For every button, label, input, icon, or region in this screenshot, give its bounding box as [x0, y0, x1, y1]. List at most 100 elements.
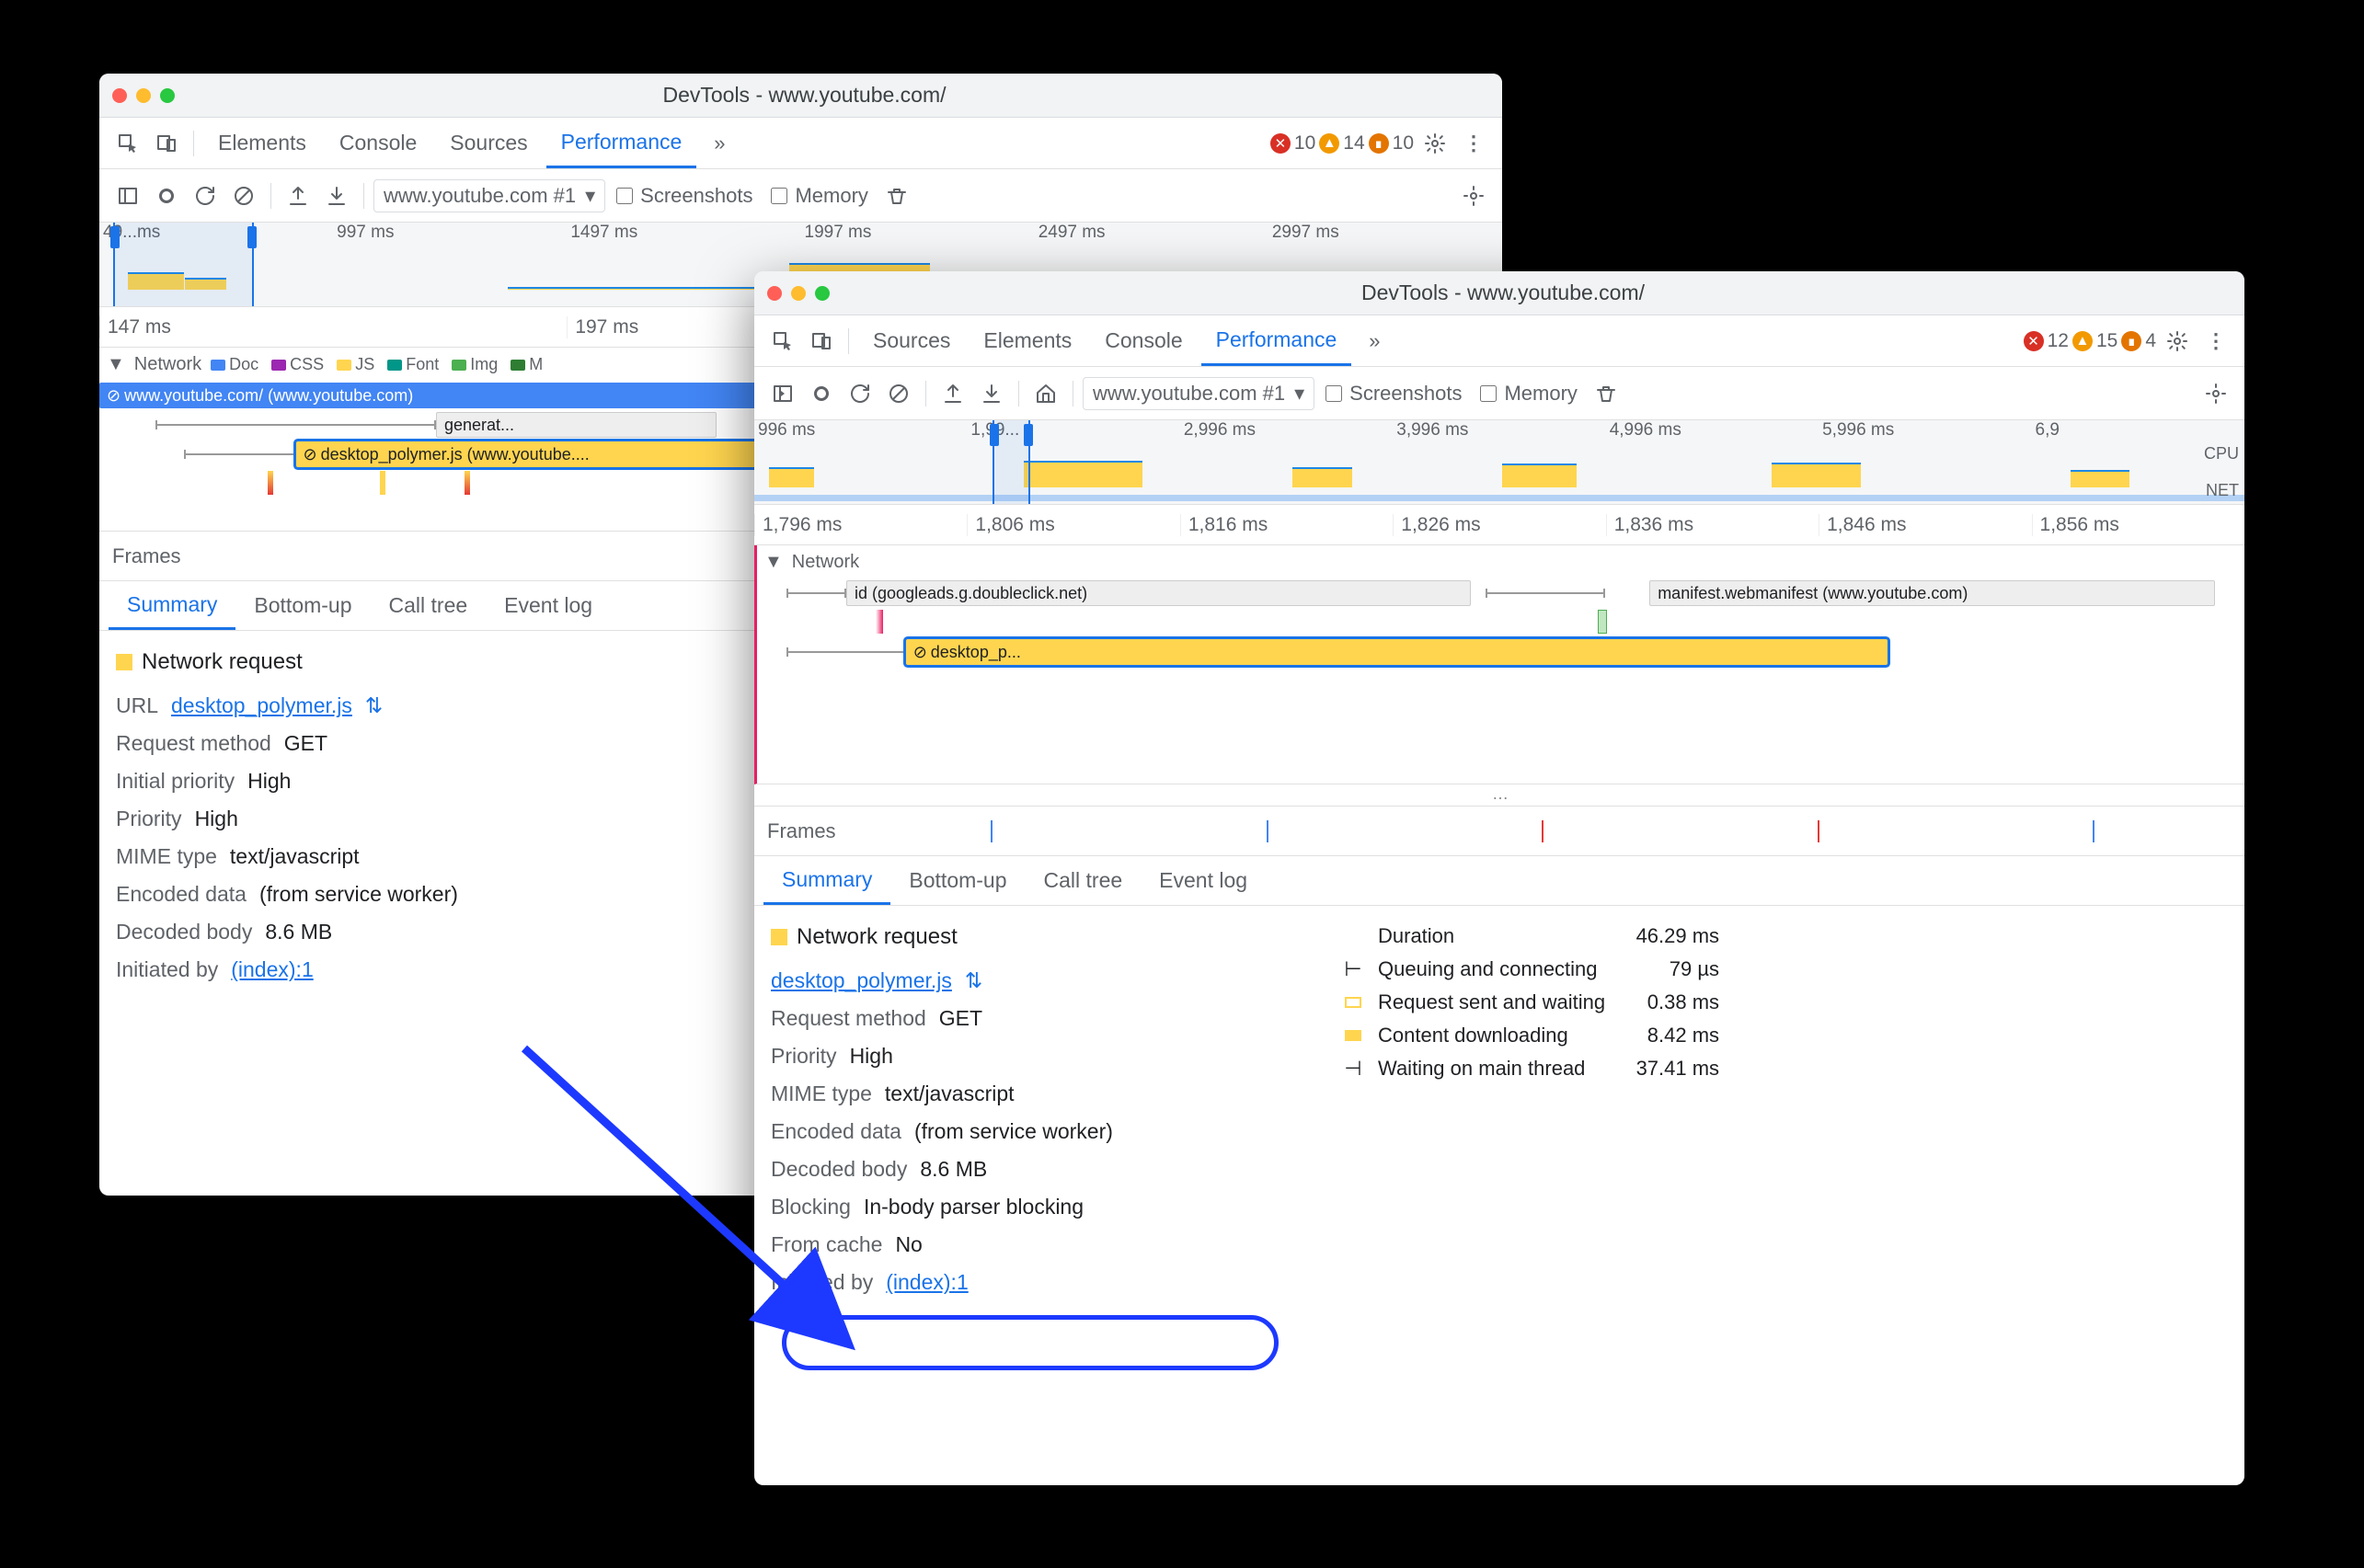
subtab-event-log[interactable]: Event log — [1141, 856, 1266, 905]
url-link[interactable]: desktop_polymer.js — [171, 693, 352, 718]
network-legend: Doc CSS JS Font Img M — [211, 355, 543, 374]
subtab-event-log[interactable]: Event log — [486, 581, 611, 630]
record-icon[interactable] — [804, 376, 839, 411]
capture-settings-icon[interactable] — [1456, 178, 1491, 213]
inspect-icon[interactable] — [110, 126, 145, 161]
kebab-icon[interactable]: ⋮ — [1456, 126, 1491, 161]
clear-icon[interactable] — [226, 178, 261, 213]
warning-badge[interactable]: ▲14 — [1319, 132, 1364, 155]
error-badge[interactable]: ✕10 — [1270, 132, 1315, 155]
minimize-icon[interactable] — [791, 286, 806, 301]
gc-icon[interactable] — [879, 178, 914, 213]
reload-icon[interactable] — [843, 376, 878, 411]
record-icon[interactable] — [149, 178, 184, 213]
timeline-minimap[interactable]: 996 ms 1,99... 2,996 ms 3,996 ms 4,996 m… — [754, 420, 2244, 505]
close-icon[interactable] — [767, 286, 782, 301]
warning-badge[interactable]: ▲15 — [2072, 330, 2117, 352]
toggle-sidebar-icon[interactable] — [110, 178, 145, 213]
download-icon[interactable] — [974, 376, 1009, 411]
network-lane[interactable]: ▼ Network id (googleads.g.doubleclick.ne… — [754, 545, 2244, 784]
zoom-icon[interactable] — [160, 88, 175, 103]
kv-value: In-body parser blocking — [864, 1195, 1084, 1219]
subtab-summary[interactable]: Summary — [763, 856, 890, 905]
recording-dropdown[interactable]: www.youtube.com #1 ▾ — [1083, 377, 1314, 410]
minimap-tick: 4,996 ms — [1606, 420, 1819, 441]
ruler-tick: 1,806 ms — [967, 514, 1179, 536]
network-request-row[interactable]: id (googleads.g.doubleclick.net) — [846, 580, 1471, 606]
inspect-icon[interactable] — [765, 324, 800, 359]
timing-label: Duration — [1378, 924, 1605, 948]
kv-value: (from service worker) — [259, 882, 458, 907]
network-request-row-selected[interactable]: ⊘desktop_p... — [906, 639, 1888, 665]
issue-badge[interactable]: ∎10 — [1369, 132, 1414, 155]
recording-dropdown[interactable]: www.youtube.com #1 ▾ — [373, 179, 605, 212]
network-request-row[interactable]: generat... — [436, 412, 717, 438]
timeline-ruler[interactable]: 1,796 ms 1,806 ms 1,816 ms 1,826 ms 1,83… — [754, 505, 2244, 545]
minimap-tick: 2,996 ms — [1180, 420, 1393, 441]
screenshots-toggle[interactable]: Screenshots — [609, 184, 760, 208]
upload-icon[interactable] — [935, 376, 970, 411]
tab-sources[interactable]: Sources — [435, 118, 542, 168]
kv-value: GET — [284, 731, 327, 756]
kv-value: (from service worker) — [914, 1119, 1113, 1144]
titlebar[interactable]: DevTools - www.youtube.com/ — [99, 74, 1502, 118]
tab-performance[interactable]: Performance — [1201, 315, 1352, 366]
close-icon[interactable] — [112, 88, 127, 103]
subtab-bottom-up[interactable]: Bottom-up — [890, 856, 1025, 905]
viewport-handle-left[interactable] — [110, 226, 120, 248]
subtab-call-tree[interactable]: Call tree — [1026, 856, 1142, 905]
more-tabs-icon[interactable]: » — [1355, 324, 1390, 359]
url-link[interactable]: desktop_polymer.js — [771, 968, 952, 993]
memory-toggle[interactable]: Memory — [1473, 382, 1584, 406]
initiator-link[interactable]: (index):1 — [231, 957, 313, 982]
issue-badge[interactable]: ∎4 — [2121, 330, 2156, 352]
zoom-icon[interactable] — [815, 286, 830, 301]
gc-icon[interactable] — [1589, 376, 1624, 411]
upload-icon[interactable] — [281, 178, 316, 213]
disclosure-icon[interactable]: ▼ — [764, 552, 783, 573]
tab-console[interactable]: Console — [1090, 315, 1197, 366]
device-icon[interactable] — [149, 126, 184, 161]
device-icon[interactable] — [804, 324, 839, 359]
warning-count: 14 — [1343, 132, 1364, 155]
home-icon[interactable] — [1028, 376, 1063, 411]
network-request-label: www.youtube.com/ (www.youtube.com) — [124, 386, 413, 406]
subtab-summary[interactable]: Summary — [109, 581, 235, 630]
reload-icon[interactable] — [188, 178, 223, 213]
perf-toolbar: www.youtube.com #1 ▾ Screenshots Memory — [99, 169, 1502, 223]
toggle-sidebar-icon[interactable] — [765, 376, 800, 411]
minimap-tick: 996 ms — [754, 420, 967, 441]
subtab-call-tree[interactable]: Call tree — [371, 581, 487, 630]
viewport-handle-right[interactable] — [1024, 424, 1033, 446]
collapsed-tracks-indicator[interactable]: … — [754, 784, 2244, 807]
download-icon[interactable] — [319, 178, 354, 213]
viewport-handle-right[interactable] — [247, 226, 257, 248]
minimize-icon[interactable] — [136, 88, 151, 103]
screenshots-toggle[interactable]: Screenshots — [1318, 382, 1469, 406]
swap-icon[interactable]: ⇅ — [365, 693, 383, 718]
tab-performance[interactable]: Performance — [546, 118, 697, 168]
tab-sources[interactable]: Sources — [858, 315, 965, 366]
clear-icon[interactable] — [881, 376, 916, 411]
traffic-lights — [112, 88, 175, 103]
capture-settings-icon[interactable] — [2198, 376, 2233, 411]
initiator-link[interactable]: (index):1 — [886, 1270, 968, 1295]
long-task-marker — [268, 471, 273, 495]
tab-console[interactable]: Console — [325, 118, 431, 168]
network-whisker — [155, 424, 436, 426]
kebab-icon[interactable]: ⋮ — [2198, 324, 2233, 359]
titlebar[interactable]: DevTools - www.youtube.com/ — [754, 271, 2244, 315]
tab-elements[interactable]: Elements — [203, 118, 321, 168]
more-tabs-icon[interactable]: » — [700, 126, 735, 161]
tab-elements[interactable]: Elements — [969, 315, 1086, 366]
frames-strip[interactable]: Frames — [754, 807, 2244, 856]
settings-icon[interactable] — [1417, 126, 1452, 161]
viewport-handle-left[interactable] — [990, 424, 999, 446]
settings-icon[interactable] — [2160, 324, 2195, 359]
error-badge[interactable]: ✕12 — [2024, 330, 2069, 352]
subtab-bottom-up[interactable]: Bottom-up — [235, 581, 370, 630]
disclosure-icon[interactable]: ▼ — [107, 354, 125, 375]
network-request-row[interactable]: manifest.webmanifest (www.youtube.com) — [1649, 580, 2214, 606]
memory-toggle[interactable]: Memory — [763, 184, 875, 208]
swap-icon[interactable]: ⇅ — [965, 968, 982, 993]
